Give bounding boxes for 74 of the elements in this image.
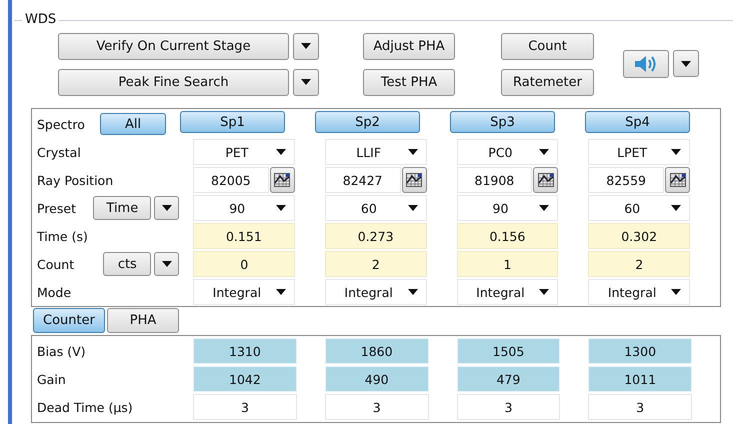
row-label: Ray Position: [37, 172, 114, 188]
chart-button[interactable]: [402, 167, 427, 193]
chart-button[interactable]: [270, 167, 295, 193]
position-field[interactable]: 82427: [324, 167, 401, 193]
value-cell: 3: [456, 394, 560, 420]
time-value: 0.156: [456, 223, 558, 249]
tab[interactable]: PHA: [107, 308, 179, 333]
value-cell: 1011: [588, 366, 692, 392]
row-label: Dead Time (μs): [37, 400, 133, 414]
row-label: Count: [37, 256, 74, 272]
spectrometer-button[interactable]: Sp1: [180, 111, 285, 133]
action-button[interactable]: Test PHA: [363, 68, 455, 96]
chart-button[interactable]: [533, 167, 558, 193]
chart-icon: [538, 173, 554, 187]
value-cell: 1042: [193, 366, 297, 392]
count-value: 0: [193, 251, 295, 277]
crystal-dropdown[interactable]: PET: [193, 139, 295, 165]
mode-dropdown[interactable]: Integral: [324, 279, 427, 305]
row-label: Time (s): [37, 228, 88, 244]
preset-dropdown[interactable]: 60: [325, 195, 427, 221]
dropdown-button[interactable]: [293, 68, 319, 96]
spectrometer-button[interactable]: Sp3: [450, 111, 555, 133]
dropdown-button[interactable]: [154, 252, 180, 276]
mode-dropdown[interactable]: Integral: [193, 279, 295, 305]
unit-button[interactable]: Time: [93, 196, 152, 220]
count-value: 2: [588, 251, 690, 277]
preset-dropdown[interactable]: 90: [456, 195, 558, 221]
chart-button[interactable]: [665, 167, 690, 193]
count-value: 2: [325, 251, 427, 277]
spectrometer-button[interactable]: Sp2: [315, 111, 420, 133]
count-value: 1: [456, 251, 558, 277]
tab[interactable]: Counter: [33, 308, 105, 333]
row-label: Crystal: [37, 144, 81, 160]
position-field[interactable]: 82559: [588, 167, 664, 193]
all-button[interactable]: All: [100, 113, 166, 135]
preset-dropdown[interactable]: 60: [588, 195, 690, 221]
value-cell: 479: [456, 366, 560, 392]
value-cell: 3: [588, 394, 692, 420]
action-button[interactable]: Ratemeter: [501, 68, 594, 96]
preset-dropdown[interactable]: 90: [193, 195, 295, 221]
value-cell: 1860: [324, 338, 429, 364]
dropdown-button[interactable]: [154, 196, 180, 220]
crystal-dropdown[interactable]: LLIF: [324, 139, 427, 165]
row-label: Mode: [37, 284, 72, 300]
time-value: 0.302: [588, 223, 690, 249]
time-value: 0.273: [324, 223, 427, 249]
position-field[interactable]: 81908: [456, 167, 532, 193]
chart-icon: [670, 173, 686, 187]
chart-icon: [406, 173, 422, 187]
crystal-dropdown[interactable]: PC0: [456, 139, 558, 165]
value-cell: 1310: [193, 338, 297, 364]
dropdown-button[interactable]: [293, 32, 319, 60]
unit-button[interactable]: cts: [103, 252, 152, 276]
row-label: Spectro: [37, 116, 85, 132]
position-field[interactable]: 82005: [193, 167, 269, 193]
action-button[interactable]: Adjust PHA: [363, 32, 455, 60]
value-cell: 490: [324, 366, 429, 392]
chart-icon: [274, 173, 290, 187]
value-cell: 1300: [588, 338, 692, 364]
time-value: 0.151: [193, 223, 295, 249]
crystal-dropdown[interactable]: LPET: [588, 139, 690, 165]
spectrometer-button[interactable]: Sp4: [585, 111, 690, 133]
action-button[interactable]: Count: [501, 32, 594, 60]
action-button[interactable]: Verify On Current Stage: [58, 32, 289, 60]
dropdown-button[interactable]: [673, 50, 699, 77]
mode-dropdown[interactable]: Integral: [588, 279, 690, 305]
value-cell: 1505: [456, 338, 560, 364]
mode-dropdown[interactable]: Integral: [456, 279, 558, 305]
row-label: Gain: [37, 372, 66, 386]
value-cell: 3: [324, 394, 429, 420]
row-label: Bias (V): [37, 344, 86, 358]
value-cell: 3: [193, 394, 297, 420]
action-button[interactable]: Peak Fine Search: [58, 68, 289, 96]
row-label: Preset: [37, 200, 76, 216]
